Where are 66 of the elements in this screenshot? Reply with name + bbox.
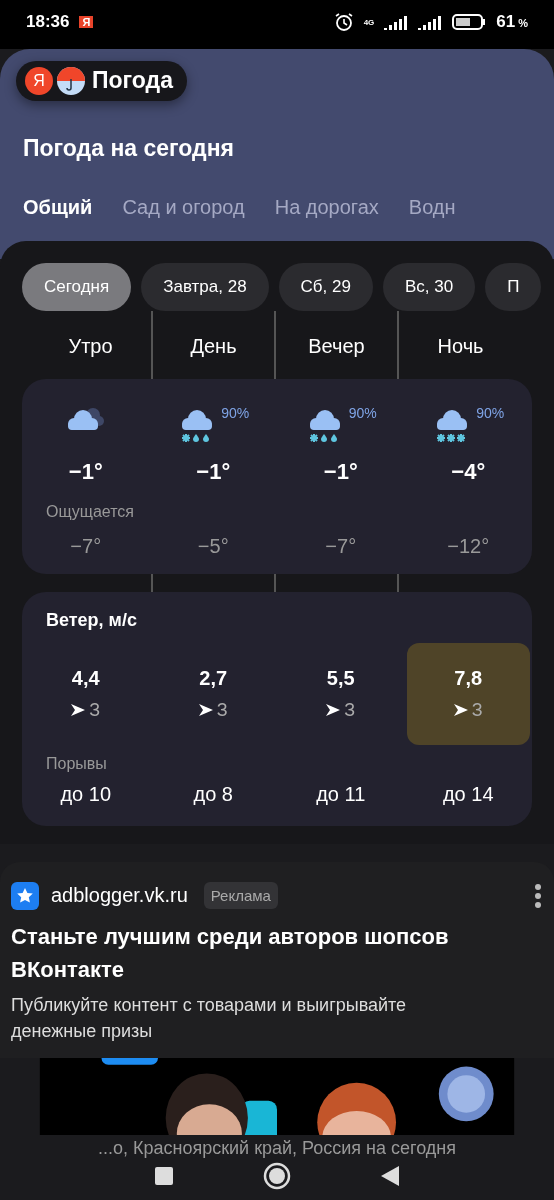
app-name: Погода (92, 67, 173, 95)
percent-sign: % (518, 17, 528, 30)
feels-like-temperature: −5° (197, 534, 229, 558)
feels-like-temperature: −7° (325, 534, 357, 558)
advertiser-domain[interactable]: adblogger.vk.ru (51, 884, 188, 908)
category-tab[interactable]: Сад и огород (122, 195, 245, 219)
ad-label: Реклама (203, 882, 278, 910)
page-title: Погода на сегодня (23, 134, 234, 162)
day-chip[interactable]: Сегодня (22, 262, 132, 311)
wind-speed: 7,8 (454, 666, 483, 690)
wind-title: Ветер, м/с (46, 609, 138, 631)
wind-direction: З (216, 699, 228, 721)
category-tab[interactable]: На дорогах (274, 195, 379, 219)
clock-time: 18:36 (26, 12, 70, 33)
day-chip[interactable]: Сб, 29 (278, 262, 373, 311)
period-label: День (190, 334, 237, 359)
wind-gust: до 11 (316, 782, 366, 806)
feels-like-label: Ощущается (46, 502, 135, 522)
precipitation-chance: 90% (348, 404, 377, 421)
wind-direction: З (89, 699, 101, 721)
wind-arrow-icon (453, 704, 468, 717)
temperature: −1° (68, 458, 103, 485)
alarm-icon (333, 12, 354, 33)
wind-speed: 2,7 (199, 666, 228, 690)
period-label: Вечер (308, 334, 365, 359)
more-options-icon[interactable] (534, 882, 542, 909)
wind-speed: 5,5 (326, 666, 355, 690)
precipitation-chance: 90% (476, 404, 505, 421)
temperature: −4° (451, 458, 486, 485)
ad-description: Публикуйте контент с товарами и выигрывайте денежные призы (11, 993, 408, 1043)
feels-like-temperature: −7° (70, 534, 102, 558)
day-chip[interactable]: Завтра, 28 (141, 262, 269, 311)
battery-percent: 61 (496, 12, 516, 33)
wind-gust: до 8 (193, 782, 233, 806)
app-notification-badge: Я (79, 16, 94, 29)
back-button-icon[interactable] (381, 1166, 399, 1186)
category-tab[interactable]: Водн (408, 195, 456, 219)
wind-arrow-icon (326, 704, 341, 717)
wind-arrow-icon (71, 704, 86, 717)
temperature: −1° (323, 458, 358, 485)
star-app-icon (11, 881, 39, 910)
app-logo-pill[interactable]: Я Погода (16, 60, 187, 101)
yandex-logo: Я (25, 66, 53, 95)
precipitation-chance: 90% (221, 404, 250, 421)
location-caption: ...о, Красноярский край, Россия на сегодня (97, 1137, 457, 1159)
gusts-label: Порывы (46, 754, 108, 773)
period-label: Утро (68, 334, 113, 359)
wind-speed: 4,4 (71, 666, 100, 690)
wind-direction: З (471, 699, 483, 721)
day-chip[interactable]: Вс, 30 (382, 262, 476, 311)
signal-icon (418, 14, 443, 31)
category-tab[interactable]: Общий (23, 195, 93, 219)
wind-gust: до 10 (60, 782, 112, 806)
network-type-label: 4G (363, 17, 375, 27)
day-chip[interactable]: П (485, 262, 542, 311)
wind-direction: З (344, 699, 356, 721)
ad-headline[interactable]: Станьте лучшим среди авторов шопсов ВКонтакте (11, 919, 542, 986)
wind-arrow-icon (198, 704, 213, 717)
wind-gust: до 14 (442, 782, 494, 806)
umbrella-icon (57, 66, 85, 95)
signal-icon (384, 14, 409, 31)
period-label: Ночь (437, 334, 484, 359)
feels-like-temperature: −12° (447, 534, 490, 558)
home-button-icon[interactable] (263, 1162, 291, 1190)
temperature: −1° (196, 458, 231, 485)
battery-icon (452, 13, 487, 32)
